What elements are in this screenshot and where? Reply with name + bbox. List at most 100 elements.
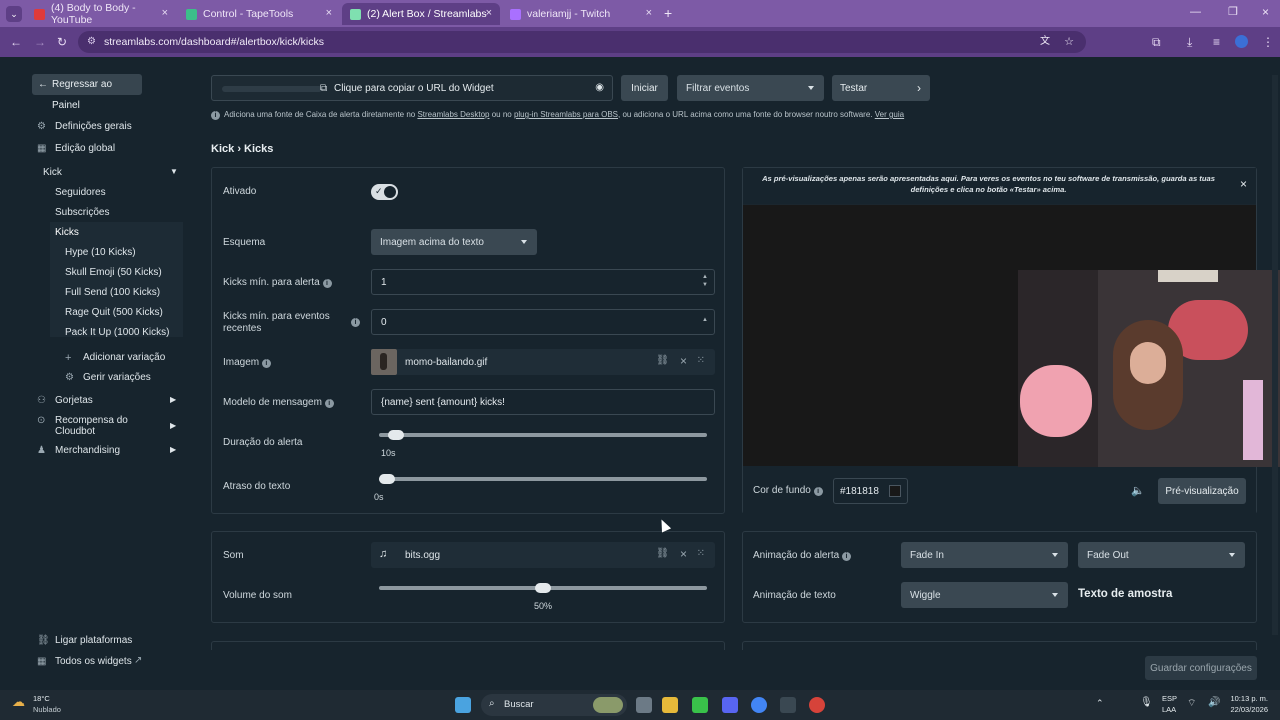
sidebar-item-merch[interactable]: Merchandising: [55, 445, 120, 456]
widget-url-field[interactable]: ⧉ Clique para copiar o URL do Widget ◉: [211, 75, 613, 101]
wifi-icon[interactable]: ⌔: [1187, 697, 1196, 710]
bg-color-input[interactable]: #181818: [833, 478, 908, 504]
profile-avatar[interactable]: [1235, 35, 1248, 48]
app-icon[interactable]: [780, 697, 796, 713]
min-recent-input[interactable]: 0 ▲: [371, 309, 715, 335]
browser-menu-icon[interactable]: ⋮: [1262, 35, 1274, 49]
close-tab-icon[interactable]: ×: [646, 7, 652, 19]
filter-events-select[interactable]: Filtrar eventos: [677, 75, 824, 101]
clear-icon[interactable]: ×: [680, 354, 687, 368]
tab-youtube[interactable]: (4) Body to Body - YouTube ×: [26, 2, 176, 26]
close-notice-icon[interactable]: ×: [1240, 177, 1247, 191]
volume-icon[interactable]: 🔊: [1208, 697, 1220, 708]
file-explorer-icon[interactable]: [662, 697, 678, 713]
sidebar-item-subs[interactable]: Subscrições: [55, 207, 109, 218]
animation-in-select[interactable]: Fade In: [901, 542, 1068, 568]
streamlabs-desktop-link[interactable]: Streamlabs Desktop: [417, 110, 489, 119]
grid-icon[interactable]: ⁙: [697, 548, 705, 559]
info-icon[interactable]: i: [841, 552, 851, 561]
mic-icon[interactable]: 🎙: [1140, 697, 1153, 708]
preview-button[interactable]: Pré-visualização: [1158, 478, 1246, 504]
discord-icon[interactable]: [722, 697, 738, 713]
info-icon[interactable]: i: [261, 359, 271, 368]
text-delay-slider[interactable]: [379, 474, 707, 484]
min-kicks-input[interactable]: 1 ▲ ▼: [371, 269, 715, 295]
enabled-toggle[interactable]: ✓: [371, 184, 398, 200]
site-info-icon[interactable]: ⚙: [87, 31, 96, 53]
save-settings-button[interactable]: Guardar configurações: [1145, 656, 1257, 680]
slider-handle[interactable]: [535, 583, 551, 593]
lang-region[interactable]: LAA: [1162, 705, 1176, 714]
taskbar-search[interactable]: ⌕ Buscar: [481, 694, 627, 716]
start-button[interactable]: Iniciar: [621, 75, 668, 101]
color-swatch[interactable]: [889, 485, 901, 497]
sidebar-item-general[interactable]: Definições gerais: [55, 121, 132, 132]
task-view-icon[interactable]: [636, 697, 652, 713]
translate-icon[interactable]: 文: [1040, 31, 1050, 53]
extensions-icon[interactable]: ⧉: [1152, 35, 1161, 50]
chrome-icon[interactable]: [751, 697, 767, 713]
bookmark-star-icon[interactable]: ☆: [1064, 31, 1074, 53]
image-picker[interactable]: momo-bailando.gif ⛓ × ⁙: [371, 349, 715, 375]
app-icon[interactable]: [692, 697, 708, 713]
sound-picker[interactable]: ♫ bits.ogg ⛓ × ⁙: [371, 542, 715, 568]
slider-handle[interactable]: [379, 474, 395, 484]
tray-expand-icon[interactable]: ⌃: [1096, 698, 1104, 709]
guide-link[interactable]: Ver guia: [875, 110, 904, 119]
forward-icon[interactable]: →: [34, 35, 46, 49]
all-widgets-link[interactable]: Todos os widgets: [55, 656, 132, 667]
sidebar-item-variation[interactable]: Pack It Up (1000 Kicks): [65, 327, 169, 338]
media-icon[interactable]: ≡: [1213, 35, 1220, 49]
download-icon[interactable]: ⤓: [1187, 35, 1192, 50]
back-icon[interactable]: ←: [10, 35, 22, 49]
grid-icon[interactable]: ⁙: [697, 355, 705, 366]
chevron-down-icon[interactable]: ▼: [170, 167, 178, 176]
breadcrumb-parent[interactable]: Kick: [211, 143, 234, 155]
info-icon[interactable]: i: [351, 318, 360, 327]
clock-date[interactable]: 22/03/2026: [1230, 705, 1268, 714]
stepper-icon[interactable]: ▲ ▼: [702, 273, 708, 289]
sidebar-item-kicks[interactable]: Kicks: [55, 227, 79, 238]
link-icon[interactable]: ⛓: [656, 355, 669, 366]
text-animation-select[interactable]: Wiggle: [901, 582, 1068, 608]
sidebar-item-variation[interactable]: Hype (10 Kicks): [65, 247, 136, 258]
tab-search-icon[interactable]: ⌄: [6, 6, 22, 22]
test-button[interactable]: Testar ›: [832, 75, 930, 101]
lang-code[interactable]: ESP: [1162, 694, 1177, 703]
info-icon[interactable]: i: [322, 279, 332, 288]
sidebar-item-variation[interactable]: Skull Emoji (50 Kicks): [65, 267, 162, 278]
chevron-right-icon[interactable]: ▶: [170, 395, 176, 404]
maximize-icon[interactable]: ❐: [1228, 5, 1238, 18]
sidebar-item-followers[interactable]: Seguidores: [55, 187, 106, 198]
tab-twitch[interactable]: valeriamjj - Twitch ×: [502, 3, 660, 25]
sidebar-item-variation[interactable]: Rage Quit (500 Kicks): [65, 307, 163, 318]
add-variation-button[interactable]: Adicionar variação: [83, 352, 165, 363]
chevron-right-icon[interactable]: ▶: [170, 421, 176, 430]
manage-variations-button[interactable]: Gerir variações: [83, 372, 151, 383]
windows-start-icon[interactable]: [455, 697, 471, 713]
slider-handle[interactable]: [388, 430, 404, 440]
tab-tapetools[interactable]: Control - TapeTools ×: [178, 3, 340, 25]
clock-time[interactable]: 10:13 p. m.: [1230, 694, 1268, 703]
close-tab-icon[interactable]: ×: [162, 7, 168, 19]
minimize-icon[interactable]: —: [1190, 6, 1201, 18]
obs-plugin-link[interactable]: plug-in Streamlabs para OBS: [514, 110, 618, 119]
close-tab-icon[interactable]: ×: [486, 7, 492, 19]
speaker-icon[interactable]: 🔈: [1131, 484, 1145, 497]
sidebar-item-kick[interactable]: Kick: [43, 167, 62, 178]
clear-icon[interactable]: ×: [680, 547, 687, 561]
sidebar-item-cloudbot[interactable]: Recompensa do Cloudbot: [55, 415, 145, 437]
info-icon[interactable]: i: [324, 399, 334, 408]
close-window-icon[interactable]: ×: [1262, 5, 1269, 19]
chevron-right-icon[interactable]: ▶: [170, 445, 176, 454]
sidebar-item-global-edit[interactable]: Edição global: [55, 143, 115, 154]
url-field[interactable]: ⚙ streamlabs.com/dashboard#/alertbox/kic…: [78, 31, 1086, 53]
reload-icon[interactable]: ↻: [57, 35, 67, 49]
tab-streamlabs[interactable]: (2) Alert Box / Streamlabs ×: [342, 3, 500, 25]
volume-slider[interactable]: [379, 583, 707, 593]
duration-slider[interactable]: [379, 430, 707, 440]
layout-select[interactable]: Imagem acima do texto: [371, 229, 537, 255]
link-icon[interactable]: ⛓: [656, 548, 669, 559]
message-input[interactable]: {name} sent {amount} kicks!: [371, 389, 715, 415]
close-tab-icon[interactable]: ×: [326, 7, 332, 19]
